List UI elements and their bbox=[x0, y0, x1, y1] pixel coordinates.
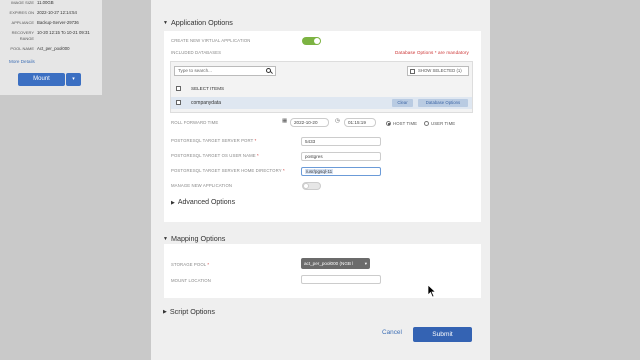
manage-new-application-toggle[interactable] bbox=[302, 182, 321, 190]
toggle-knob bbox=[303, 183, 309, 189]
info-key: APPLIANCE bbox=[11, 20, 34, 25]
info-row-recovery-range: RECOVERY 10-20 12:15 To 10-21 09:31 bbox=[0, 30, 102, 35]
clear-button[interactable]: Clear bbox=[392, 99, 413, 107]
mount-button[interactable]: Mount bbox=[18, 73, 65, 86]
info-key: IMAGE SIZE bbox=[11, 0, 34, 5]
create-new-virtual-app-toggle[interactable] bbox=[302, 37, 321, 45]
create-new-virtual-app-label: CREATE NEW VIRTUAL APPLICATION bbox=[171, 38, 251, 43]
info-value: 2022-10-27 12:14:54 bbox=[37, 10, 77, 15]
section-title: Advanced Options bbox=[177, 199, 236, 206]
expanded-triangle-icon: ▼ bbox=[163, 235, 168, 242]
roll-forward-time-input[interactable]: 01:15:19 bbox=[344, 118, 376, 127]
user-time-radio[interactable] bbox=[424, 121, 429, 126]
info-value: Backup-Server-29736 bbox=[37, 20, 79, 25]
collapsed-triangle-icon: ▶ bbox=[163, 308, 167, 315]
script-options-header[interactable]: ▶ Script Options bbox=[163, 307, 215, 316]
host-time-radio[interactable] bbox=[386, 121, 391, 126]
database-name: companydata bbox=[191, 100, 222, 106]
toggle-knob bbox=[314, 38, 320, 44]
section-title: Mapping Options bbox=[170, 234, 226, 243]
select-items-label: SELECT ITEMS bbox=[191, 86, 225, 91]
home-directory-label: POSTGRESQL TARGET SERVER HOME DIRECTORY … bbox=[171, 168, 285, 173]
included-databases-label: INCLUDED DATABASES bbox=[171, 50, 222, 55]
database-row-checkbox[interactable] bbox=[176, 100, 181, 105]
show-selected-label: SHOW SELECTED (1) bbox=[418, 68, 462, 73]
roll-forward-date-input[interactable]: 2022-10-20 bbox=[290, 118, 329, 127]
collapsed-triangle-icon: ▶ bbox=[171, 199, 175, 206]
mount-location-label: MOUNT LOCATION bbox=[171, 278, 211, 283]
target-port-input[interactable]: 5433 bbox=[301, 137, 381, 146]
storage-pool-label-text: STORAGE POOL bbox=[171, 262, 207, 267]
info-value: 11.00GB bbox=[37, 0, 54, 5]
home-directory-input[interactable]: /usr/pgsql-11 bbox=[301, 167, 381, 176]
select-all-checkbox[interactable] bbox=[176, 86, 181, 91]
database-options-button[interactable]: Database Options bbox=[418, 99, 468, 107]
storage-pool-label: STORAGE POOL * bbox=[171, 262, 210, 267]
storage-pool-value: act_per_pool000 (NGB l bbox=[304, 261, 354, 266]
advanced-options-header[interactable]: ▶ Advanced Options bbox=[171, 199, 235, 206]
os-user-name-label: POSTGRESQL TARGET OS USER NAME * bbox=[171, 153, 259, 158]
info-row-appliance: APPLIANCE Backup-Server-29736 bbox=[0, 20, 102, 25]
application-options-card: CREATE NEW VIRTUAL APPLICATION INCLUDED … bbox=[164, 31, 481, 222]
calendar-icon[interactable]: ▦ bbox=[282, 118, 287, 124]
mouse-cursor-icon bbox=[428, 285, 437, 298]
left-panel: IMAGE SIZE 11.00GB EXPIRES ON 2022-10-27… bbox=[0, 0, 102, 95]
manage-new-application-label: MANAGE NEW APPLICATION bbox=[171, 183, 233, 188]
info-value: Act_per_pool000 bbox=[37, 46, 70, 51]
chevron-down-icon: ▾ bbox=[364, 261, 367, 266]
info-row-range: RANGE bbox=[0, 36, 102, 41]
mount-dropdown-caret-icon[interactable]: ▾ bbox=[66, 73, 81, 86]
expanded-triangle-icon: ▼ bbox=[163, 19, 168, 26]
database-search-input[interactable]: Type to search... bbox=[174, 66, 276, 76]
more-details-link[interactable]: More Details bbox=[9, 59, 35, 64]
show-selected-checkbox[interactable]: SHOW SELECTED (1) bbox=[407, 66, 469, 76]
info-row-pool-name: POOL NAME Act_per_pool000 bbox=[0, 46, 102, 51]
cancel-button[interactable]: Cancel bbox=[382, 329, 402, 336]
database-row[interactable]: companydata Clear Database Options bbox=[171, 97, 472, 109]
show-selected-box[interactable] bbox=[410, 69, 415, 74]
roll-forward-time-label: ROLL FORWARD TIME bbox=[171, 120, 219, 125]
info-row-image-size: IMAGE SIZE 11.00GB bbox=[0, 0, 102, 5]
info-value: 10-20 12:15 To 10-21 09:31 bbox=[37, 30, 90, 35]
os-user-name-input[interactable]: postgres bbox=[301, 152, 381, 161]
info-key: EXPIRES ON bbox=[9, 10, 34, 15]
info-key: RANGE bbox=[19, 36, 34, 41]
application-options-header[interactable]: ▼ Application Options bbox=[163, 18, 233, 27]
storage-pool-select[interactable]: act_per_pool000 (NGB l ▾ bbox=[301, 258, 370, 269]
home-directory-label-text: POSTGRESQL TARGET SERVER HOME DIRECTORY bbox=[171, 168, 282, 173]
mandatory-note: Database Options * are mandatory bbox=[395, 50, 469, 55]
info-key: RECOVERY bbox=[11, 30, 34, 35]
select-items-row: SELECT ITEMS bbox=[171, 83, 472, 95]
database-selection-box: Type to search... SHOW SELECTED (1) SELE… bbox=[170, 61, 473, 113]
clock-icon[interactable]: ◷ bbox=[335, 118, 340, 124]
search-icon[interactable] bbox=[266, 68, 271, 73]
section-title: Script Options bbox=[169, 307, 215, 316]
mount-form-panel: ▼ Application Options CREATE NEW VIRTUAL… bbox=[151, 0, 490, 360]
mapping-options-header[interactable]: ▼ Mapping Options bbox=[163, 234, 225, 243]
home-directory-value: /usr/pgsql-11 bbox=[305, 169, 334, 174]
target-port-label-text: POSTGRESQL TARGET SERVER PORT bbox=[171, 138, 254, 143]
info-row-expires-on: EXPIRES ON 2022-10-27 12:14:54 bbox=[0, 10, 102, 15]
section-title: Application Options bbox=[170, 18, 233, 27]
submit-button[interactable]: Submit bbox=[413, 327, 472, 342]
info-key: POOL NAME bbox=[10, 46, 34, 51]
user-time-label: USER TIME bbox=[431, 121, 456, 126]
mount-location-input[interactable] bbox=[301, 275, 381, 284]
target-port-label: POSTGRESQL TARGET SERVER PORT * bbox=[171, 138, 257, 143]
host-time-label: HOST TIME bbox=[393, 121, 418, 126]
os-user-name-label-text: POSTGRESQL TARGET OS USER NAME bbox=[171, 153, 256, 158]
